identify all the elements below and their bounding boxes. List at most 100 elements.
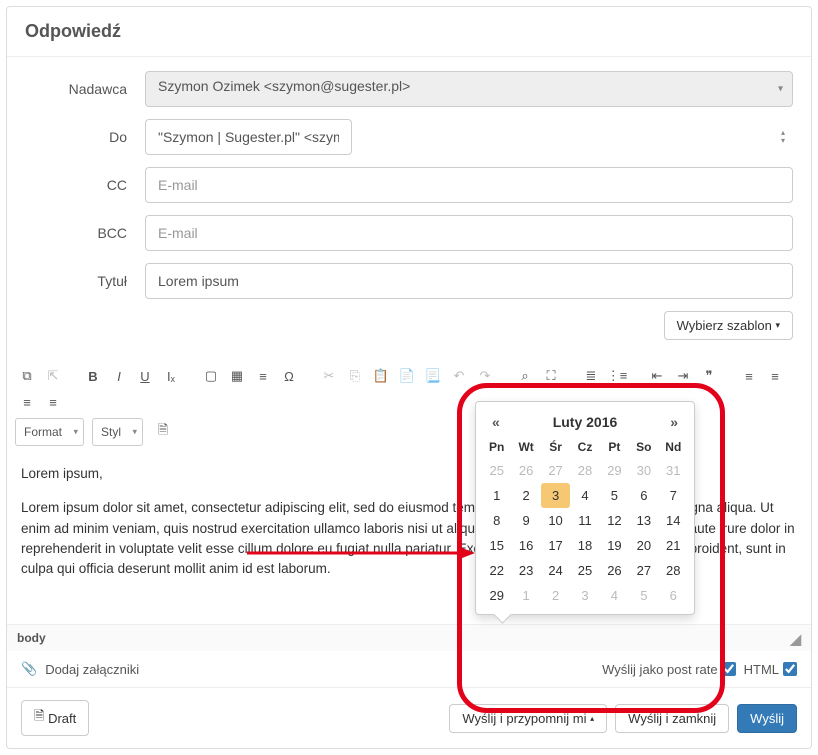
redo-icon[interactable]: ↷	[473, 364, 497, 388]
post-rate-checkbox[interactable]	[722, 662, 736, 676]
calendar-day[interactable]: 15	[482, 533, 511, 558]
calendar-day[interactable]: 17	[541, 533, 570, 558]
calendar-day[interactable]: 23	[511, 558, 540, 583]
calendar-day[interactable]: 26	[511, 458, 540, 483]
calendar-day[interactable]: 24	[541, 558, 570, 583]
specialchar-icon[interactable]: Ω	[277, 364, 301, 388]
calendar-day[interactable]: 1	[511, 583, 540, 608]
bold-button[interactable]: B	[81, 364, 105, 388]
paste-text-icon[interactable]: 📄	[395, 364, 419, 388]
send-close-button[interactable]: Wyślij i zamknij	[615, 704, 729, 733]
calendar-day[interactable]: 6	[659, 583, 688, 608]
align-right-icon[interactable]: ≡	[15, 390, 39, 414]
draft-button[interactable]: 🗎 Draft	[21, 700, 89, 736]
calendar-day[interactable]: 25	[482, 458, 511, 483]
ol-icon[interactable]: ≣	[579, 364, 603, 388]
attach-icon: 📎	[21, 661, 37, 677]
table-icon[interactable]: ▦	[225, 364, 249, 388]
calendar-title[interactable]: Luty 2016	[553, 414, 618, 430]
calendar-dow: Pt	[600, 436, 629, 458]
format-select[interactable]: Format	[15, 418, 84, 446]
calendar-day[interactable]: 28	[570, 458, 599, 483]
save-icon[interactable]: 🗎	[151, 420, 175, 444]
send-button[interactable]: Wyślij	[737, 704, 797, 733]
send-remind-button[interactable]: Wyślij i przypomnij mi ▴	[449, 704, 607, 733]
calendar-dow: Cz	[570, 436, 599, 458]
calendar-day[interactable]: 1	[482, 483, 511, 508]
sender-select[interactable]: Szymon Ozimek <szymon@sugester.pl>	[145, 71, 793, 107]
bcc-field[interactable]	[145, 215, 793, 251]
calendar-day[interactable]: 28	[659, 558, 688, 583]
post-rate-label[interactable]: Wyślij jako post rate	[602, 662, 735, 677]
calendar-day[interactable]: 12	[600, 508, 629, 533]
hr-icon[interactable]: ≡	[251, 364, 275, 388]
calendar-day[interactable]: 27	[629, 558, 658, 583]
calendar-day[interactable]: 4	[600, 583, 629, 608]
calendar-day[interactable]: 10	[541, 508, 570, 533]
calendar-day[interactable]: 30	[629, 458, 658, 483]
outdent-icon[interactable]: ⇤	[645, 364, 669, 388]
calendar-day[interactable]: 8	[482, 508, 511, 533]
italic-button[interactable]: I	[107, 364, 131, 388]
calendar-day[interactable]: 25	[570, 558, 599, 583]
align-center-icon[interactable]: ≡	[763, 364, 787, 388]
calendar-day[interactable]: 3	[541, 483, 570, 508]
calendar-next-button[interactable]: »	[664, 412, 684, 432]
cut-icon[interactable]: ✂	[317, 364, 341, 388]
calendar-day[interactable]: 18	[570, 533, 599, 558]
calendar-day[interactable]: 26	[600, 558, 629, 583]
align-justify-icon[interactable]: ≡	[41, 390, 65, 414]
calendar-day[interactable]: 2	[541, 583, 570, 608]
to-expand-icon[interactable]: ▴▾	[781, 129, 785, 145]
link-icon[interactable]: ⇱	[41, 364, 65, 388]
calendar-day[interactable]: 13	[629, 508, 658, 533]
calendar-day[interactable]: 21	[659, 533, 688, 558]
calendar-day[interactable]: 3	[570, 583, 599, 608]
resize-handle-icon[interactable]: ◢	[790, 631, 801, 648]
add-attachment-button[interactable]: 📎 Dodaj załączniki	[21, 661, 139, 677]
calendar-popover: « Luty 2016 » PnWtŚrCzPtSoNd252627282930…	[475, 401, 695, 615]
to-field[interactable]	[145, 119, 352, 155]
ul-icon[interactable]: ⋮≡	[605, 364, 629, 388]
underline-button[interactable]: U	[133, 364, 157, 388]
clear-format-button[interactable]: Iₓ	[159, 364, 183, 388]
maximize-icon[interactable]: ⛶	[539, 364, 563, 388]
find-icon[interactable]: ⌕	[513, 364, 537, 388]
calendar-prev-button[interactable]: «	[486, 412, 506, 432]
calendar-day[interactable]: 6	[629, 483, 658, 508]
calendar-day[interactable]: 20	[629, 533, 658, 558]
calendar-day[interactable]: 16	[511, 533, 540, 558]
calendar-day[interactable]: 4	[570, 483, 599, 508]
calendar-dow: Śr	[541, 436, 570, 458]
copy-icon[interactable]: ⎘	[343, 364, 367, 388]
calendar-day[interactable]: 22	[482, 558, 511, 583]
calendar-day[interactable]: 29	[482, 583, 511, 608]
calendar-day[interactable]: 31	[659, 458, 688, 483]
calendar-day[interactable]: 27	[541, 458, 570, 483]
undo-icon[interactable]: ↶	[447, 364, 471, 388]
cc-field[interactable]	[145, 167, 793, 203]
align-left-icon[interactable]: ≡	[737, 364, 761, 388]
calendar-day[interactable]: 5	[629, 583, 658, 608]
indent-icon[interactable]: ⇥	[671, 364, 695, 388]
calendar-day[interactable]: 5	[600, 483, 629, 508]
template-button[interactable]: Wybierz szablon ▾	[664, 311, 793, 340]
image-icon[interactable]: ▢	[199, 364, 223, 388]
calendar-day[interactable]: 7	[659, 483, 688, 508]
quote-icon[interactable]: ❞	[697, 364, 721, 388]
calendar-day[interactable]: 29	[600, 458, 629, 483]
calendar-day[interactable]: 2	[511, 483, 540, 508]
source-icon[interactable]: ⧉	[15, 364, 39, 388]
calendar-day[interactable]: 11	[570, 508, 599, 533]
calendar-day[interactable]: 14	[659, 508, 688, 533]
html-label[interactable]: HTML	[744, 662, 797, 677]
style-select[interactable]: Styl	[92, 418, 143, 446]
paste-word-icon[interactable]: 📃	[421, 364, 445, 388]
calendar-dow: So	[629, 436, 658, 458]
calendar-day[interactable]: 19	[600, 533, 629, 558]
reply-panel: Odpowiedź Nadawca Szymon Ozimek <szymon@…	[6, 6, 812, 749]
paste-icon[interactable]: 📋	[369, 364, 393, 388]
html-checkbox[interactable]	[783, 662, 797, 676]
calendar-day[interactable]: 9	[511, 508, 540, 533]
subject-field[interactable]	[145, 263, 793, 299]
